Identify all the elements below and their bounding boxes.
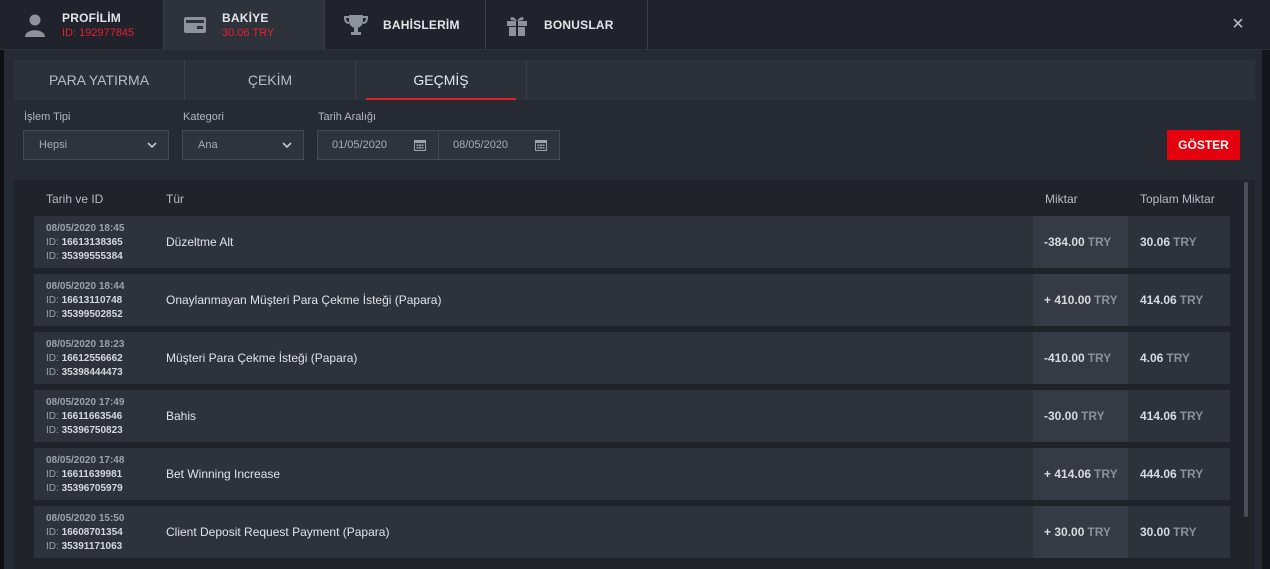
show-button[interactable]: GÖSTER (1167, 130, 1240, 160)
row-id-2: 35398444473 (61, 367, 123, 378)
row-type: Bahis (166, 409, 197, 423)
row-id-1: 16613110748 (61, 295, 123, 306)
gift-icon (504, 12, 530, 38)
date-to-field[interactable]: 08/05/2020 (438, 130, 560, 160)
row-date: 08/05/2020 15:50 (46, 513, 125, 524)
tab-profile[interactable]: PROFİLİM ID: 192977845 (4, 0, 164, 50)
row-amount: + 410.00 TRY (1033, 274, 1128, 326)
tab-bonuses[interactable]: BONUSLAR (486, 0, 648, 50)
chevron-down-icon (147, 142, 157, 149)
table-row: 08/05/2020 18:23 ID: 16612556662 ID: 353… (34, 332, 1230, 384)
row-type: Onaylanmayan Müşteri Para Çekme İsteği (… (166, 293, 442, 307)
trophy-icon (343, 12, 369, 38)
user-id: ID: 192977845 (62, 27, 135, 39)
table-row: 08/05/2020 17:49 ID: 16611663546 ID: 353… (34, 390, 1230, 442)
balance-panel: PARA YATIRMA ÇEKİM GEÇMİŞ İşlem Tipi Hep… (4, 50, 1262, 569)
table-row: 08/05/2020 15:50 ID: 16608701354 ID: 353… (34, 506, 1230, 558)
row-total: 444.06 TRY (1140, 467, 1204, 481)
category-value: Ana (198, 139, 218, 151)
row-id-2: 35391171063 (61, 541, 123, 552)
row-id-1: 16613138365 (61, 237, 123, 248)
row-total: 30.06 TRY (1140, 235, 1197, 249)
header-date-id: Tarih ve ID (46, 192, 104, 206)
tab-withdraw[interactable]: ÇEKİM (185, 60, 356, 100)
account-topbar: PROFİLİM ID: 192977845 BAKİYE 30.06 TRY … (0, 0, 1270, 50)
date-from-field[interactable]: 01/05/2020 (317, 130, 439, 160)
balance-value: 30.06 TRY (222, 27, 275, 39)
balance-subtabs: PARA YATIRMA ÇEKİM GEÇMİŞ (14, 60, 1255, 100)
tab-profile-label: PROFİLİM (62, 11, 121, 25)
history-table: Tarih ve ID Tür Miktar Toplam Miktar 08/… (14, 180, 1255, 569)
row-date: 08/05/2020 18:45 (46, 223, 125, 234)
calendar-icon (535, 140, 547, 151)
date-to-value: 08/05/2020 (453, 139, 509, 151)
tab-bonuses-label: BONUSLAR (544, 18, 614, 32)
row-id-2: 35396750823 (61, 425, 123, 436)
tab-balance[interactable]: BAKİYE 30.06 TRY (164, 0, 325, 50)
row-date-id: 08/05/2020 17:49 ID: 16611663546 ID: 353… (46, 397, 125, 436)
table-row: 08/05/2020 18:45 ID: 16613138365 ID: 353… (34, 216, 1230, 268)
tab-balance-label: BAKİYE (222, 11, 269, 25)
row-id-2: 35399502852 (61, 309, 123, 320)
row-amount: + 30.00 TRY (1033, 506, 1128, 558)
close-icon[interactable]: × (1228, 14, 1248, 34)
row-id-1: 16611663546 (61, 411, 123, 422)
category-select[interactable]: Ana (182, 130, 304, 160)
row-type: Client Deposit Request Payment (Papara) (166, 525, 390, 539)
transaction-type-label: İşlem Tipi (24, 111, 71, 123)
row-id-2: 35396705979 (61, 483, 123, 494)
row-type: Müşteri Para Çekme İsteği (Papara) (166, 351, 358, 365)
row-id-1: 16611639981 (61, 469, 123, 480)
tab-my-bets[interactable]: BAHİSLERİM (325, 0, 486, 50)
row-date: 08/05/2020 18:44 (46, 281, 125, 292)
row-id-2: 35399555384 (61, 251, 123, 262)
chevron-down-icon (282, 142, 292, 149)
transaction-type-select[interactable]: Hepsi (23, 130, 169, 160)
row-date-id: 08/05/2020 18:45 ID: 16613138365 ID: 353… (46, 223, 125, 262)
row-type: Düzeltme Alt (166, 235, 234, 249)
row-total: 414.06 TRY (1140, 293, 1204, 307)
date-range-label: Tarih Aralığı (318, 111, 377, 123)
row-date-id: 08/05/2020 18:44 ID: 16613110748 ID: 353… (46, 281, 125, 320)
row-id-1: 16608701354 (61, 527, 123, 538)
row-date: 08/05/2020 18:23 (46, 339, 125, 350)
table-header: Tarih ve ID Tür Miktar Toplam Miktar (14, 180, 1230, 216)
row-date: 08/05/2020 17:48 (46, 455, 125, 466)
row-total: 30.00 TRY (1140, 525, 1197, 539)
row-date: 08/05/2020 17:49 (46, 397, 125, 408)
tab-deposit[interactable]: PARA YATIRMA (14, 60, 185, 100)
wallet-icon (182, 12, 208, 38)
table-row: 08/05/2020 18:44 ID: 16613110748 ID: 353… (34, 274, 1230, 326)
row-date-id: 08/05/2020 18:23 ID: 16612556662 ID: 353… (46, 339, 125, 378)
row-amount: + 414.06 TRY (1033, 448, 1128, 500)
row-date-id: 08/05/2020 17:48 ID: 16611639981 ID: 353… (46, 455, 125, 494)
category-label: Kategori (183, 111, 224, 123)
transaction-type-value: Hepsi (39, 139, 68, 151)
user-icon (22, 12, 48, 38)
tab-my-bets-label: BAHİSLERİM (383, 18, 460, 32)
header-type: Tür (166, 192, 184, 206)
row-type: Bet Winning Increase (166, 467, 281, 481)
row-total: 414.06 TRY (1140, 409, 1204, 423)
table-scrollbar[interactable] (1244, 182, 1248, 517)
header-amount: Miktar (1045, 192, 1078, 206)
row-amount: -410.00 TRY (1033, 332, 1128, 384)
row-amount: -384.00 TRY (1033, 216, 1128, 268)
row-date-id: 08/05/2020 15:50 ID: 16608701354 ID: 353… (46, 513, 125, 552)
header-total: Toplam Miktar (1140, 192, 1215, 206)
row-amount: -30.00 TRY (1033, 390, 1128, 442)
row-id-1: 16612556662 (61, 353, 123, 364)
calendar-icon (414, 140, 426, 151)
date-from-value: 01/05/2020 (332, 139, 388, 151)
table-row: 08/05/2020 17:48 ID: 16611639981 ID: 353… (34, 448, 1230, 500)
tab-history[interactable]: GEÇMİŞ (356, 60, 527, 100)
row-total: 4.06 TRY (1140, 351, 1190, 365)
